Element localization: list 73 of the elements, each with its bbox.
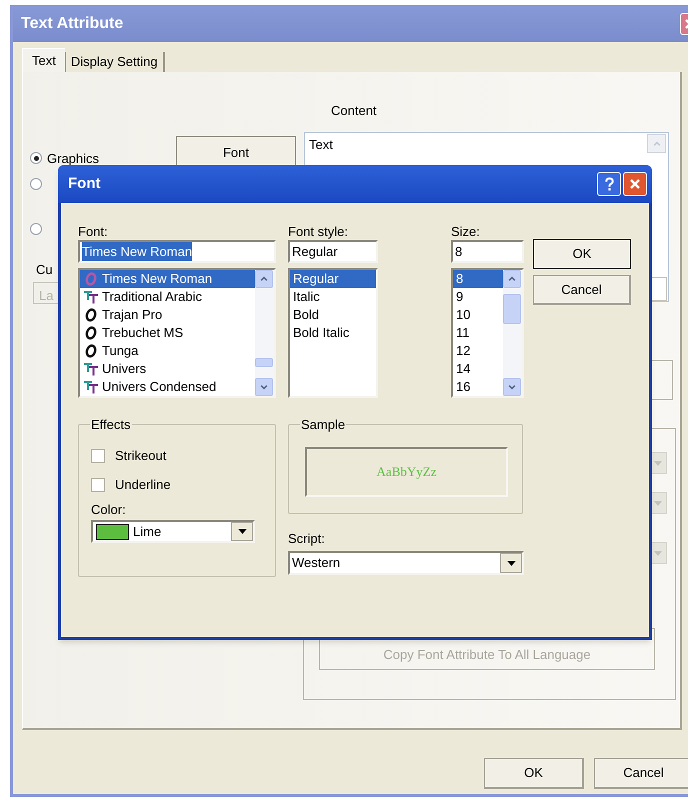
list-item[interactable]: Bold Italic — [290, 324, 376, 342]
truetype-icon — [83, 380, 99, 394]
scroll-down-button[interactable] — [255, 378, 273, 396]
truetype-icon — [83, 290, 99, 304]
caret-icon — [238, 529, 246, 534]
list-item[interactable]: Bold — [290, 306, 376, 324]
list-item[interactable]: Trebuchet MS — [80, 324, 255, 342]
color-dropdown[interactable]: Lime — [91, 520, 255, 543]
caret-icon — [654, 500, 662, 506]
caret-icon — [654, 460, 662, 466]
checkbox[interactable] — [91, 448, 105, 462]
dialog-button[interactable]: Cancel — [594, 758, 688, 789]
tab[interactable]: Text — [22, 48, 65, 72]
list-item[interactable]: Trajan Pro — [80, 306, 255, 324]
scroll-up-button[interactable] — [503, 270, 521, 288]
list-item[interactable]: Traditional Arabic — [80, 288, 255, 306]
list-item[interactable]: 10 — [453, 306, 503, 324]
script-dropdown[interactable]: Western — [288, 551, 524, 575]
list-item[interactable]: Times New Roman — [80, 270, 255, 288]
field-label: Color: — [91, 501, 127, 520]
ok-button[interactable]: OK — [533, 239, 631, 269]
list-item[interactable]: 12 — [453, 342, 503, 360]
scrollbar[interactable] — [503, 270, 522, 396]
color-swatch — [96, 524, 129, 540]
radio-button[interactable] — [30, 152, 42, 164]
list-item[interactable]: Univers Condensed — [80, 378, 255, 396]
input-field[interactable]: 8 — [451, 240, 524, 263]
letter-o-icon — [84, 308, 98, 322]
scroll-thumb[interactable] — [503, 294, 521, 324]
list-item[interactable]: Tunga — [80, 342, 255, 360]
caret-icon — [654, 550, 662, 556]
radio-label: Graphics — [47, 150, 100, 168]
font-button[interactable]: Font — [176, 136, 296, 166]
checkbox-label: Underline — [115, 476, 171, 494]
tab[interactable]: Display Setting — [64, 52, 165, 72]
list-item[interactable]: 9 — [453, 288, 503, 306]
window-title: Text Attribute — [21, 14, 124, 34]
close-button[interactable] — [623, 172, 647, 196]
sample-text: AaBbYyZz — [376, 463, 436, 482]
content-label: Content — [331, 102, 377, 120]
list-item[interactable]: 8 — [453, 270, 503, 288]
cancel-button[interactable]: Cancel — [533, 275, 631, 305]
field-label: Size: — [451, 223, 481, 240]
radio-button[interactable] — [30, 223, 42, 235]
checkbox-label: Strikeout — [115, 446, 166, 465]
list-item[interactable]: Regular — [290, 270, 376, 288]
close-icon — [629, 178, 641, 190]
radio-button[interactable] — [30, 178, 42, 190]
dialog-title: Font — [68, 174, 100, 194]
letter-o-icon — [84, 326, 98, 340]
field-label: Script: — [288, 530, 326, 547]
caret-icon — [506, 560, 516, 566]
list-item[interactable]: Univers — [80, 360, 255, 378]
help-icon — [604, 176, 614, 192]
scroll-down-button[interactable] — [503, 378, 521, 396]
truetype-icon — [83, 362, 99, 376]
dialog-button[interactable]: OK — [484, 758, 584, 789]
checkbox[interactable] — [91, 478, 105, 492]
field-label: Font style: — [288, 223, 349, 240]
scroll-thumb[interactable] — [255, 358, 273, 367]
field-label: Font: — [78, 223, 109, 240]
list-item[interactable]: 14 — [453, 360, 503, 378]
scroll-up-button[interactable] — [255, 270, 273, 288]
list-item[interactable]: 16 — [453, 378, 503, 396]
scrollbar[interactable] — [255, 270, 274, 396]
list-item[interactable]: 11 — [453, 324, 503, 342]
letter-o-icon — [84, 272, 98, 286]
input-field[interactable]: Times New Roman — [78, 240, 276, 263]
list-item[interactable]: Italic — [290, 288, 376, 306]
help-button[interactable] — [597, 172, 621, 196]
field-label: Cu — [36, 261, 53, 279]
input-field[interactable]: Regular — [288, 240, 378, 263]
letter-o-icon — [84, 344, 98, 358]
